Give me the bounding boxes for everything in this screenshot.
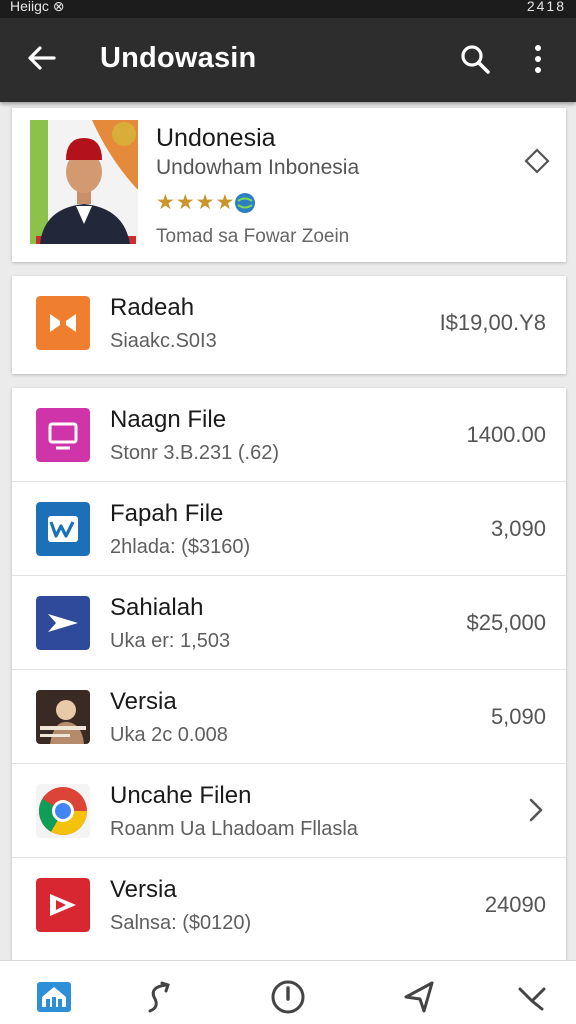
chrome-icon bbox=[36, 784, 90, 838]
item-subtext: Siaakc.S0I3 bbox=[110, 330, 217, 352]
item-label: Sahialah bbox=[110, 594, 204, 621]
list-item[interactable]: Naagn File Stonr 3.B.231 (.62) 1400.00 bbox=[12, 388, 566, 482]
search-icon[interactable] bbox=[458, 42, 492, 76]
rating-stars: ★★★★ bbox=[156, 191, 236, 214]
profile-subtitle: Undowham Inbonesia bbox=[156, 156, 360, 179]
close-icon[interactable] bbox=[512, 977, 552, 1017]
app-bar: Undowasin bbox=[0, 18, 576, 102]
more-options-icon[interactable] bbox=[526, 42, 550, 76]
item-label: Versia bbox=[110, 876, 177, 903]
item-subtext: Uka 2c 0.008 bbox=[110, 724, 228, 746]
item-value: 5,090 bbox=[490, 704, 546, 729]
photo-thumbnail-icon bbox=[36, 690, 90, 744]
home-icon[interactable] bbox=[34, 977, 74, 1017]
item-value: 3,090 bbox=[490, 516, 546, 541]
profile-card[interactable]: Undonesia Undowham Inbonesia ★★★★ Tomad … bbox=[12, 108, 566, 262]
w-logo-icon bbox=[36, 502, 90, 556]
carrier-text: Heiigc ⊗ bbox=[10, 0, 65, 14]
item-value: $25,000 bbox=[466, 610, 546, 635]
chevron-right-icon[interactable] bbox=[526, 796, 546, 824]
bottom-navigation bbox=[0, 960, 576, 1024]
profile-name: Undonesia bbox=[156, 124, 276, 152]
play-box-icon bbox=[36, 878, 90, 932]
item-subtext: Uka er: 1,503 bbox=[110, 630, 231, 652]
share-icon[interactable] bbox=[140, 977, 180, 1017]
item-subtext: 2hlada: ($3160) bbox=[110, 536, 251, 558]
send-icon[interactable] bbox=[400, 977, 440, 1017]
page-title: Undowasin bbox=[100, 42, 257, 74]
screen-icon bbox=[36, 408, 90, 462]
back-arrow-icon[interactable] bbox=[26, 42, 58, 74]
file-list-card: Naagn File Stonr 3.B.231 (.62) 1400.00 F… bbox=[12, 388, 566, 960]
item-label: Uncahe Filen bbox=[110, 782, 252, 809]
list-item[interactable]: Versia Uka 2c 0.008 5,090 bbox=[12, 670, 566, 764]
list-item[interactable]: Uncahe Filen Roanm Ua Lhadoam Fllasla bbox=[12, 764, 566, 858]
item-subtext: Salnsa: ($0120) bbox=[110, 912, 252, 934]
item-label: Fapah File bbox=[110, 500, 224, 527]
item-value: 24090 bbox=[484, 892, 546, 917]
item-label: Versia bbox=[110, 688, 177, 715]
item-value: I$19,00.Y8 bbox=[439, 310, 546, 335]
status-time: 2418 bbox=[526, 0, 566, 14]
globe-badge-icon bbox=[234, 192, 256, 214]
featured-item-card[interactable]: Radeah Siaakc.S0I3 I$19,00.Y8 bbox=[12, 276, 566, 374]
status-bar: Heiigc ⊗ 2418 bbox=[0, 0, 576, 18]
item-subtext: Stonr 3.B.231 (.62) bbox=[110, 442, 279, 464]
item-subtext: Roanm Ua Lhadoam Fllasla bbox=[110, 818, 358, 840]
plane-icon bbox=[36, 596, 90, 650]
list-item[interactable]: Radeah Siaakc.S0I3 I$19,00.Y8 bbox=[12, 276, 566, 370]
item-value: 1400.00 bbox=[466, 422, 546, 447]
profile-meta: Tomad sa Fowar Zoein bbox=[156, 226, 350, 247]
diamond-icon[interactable] bbox=[524, 148, 550, 174]
item-label: Radeah bbox=[110, 294, 195, 321]
list-item[interactable]: Versia Salnsa: ($0120) 24090 bbox=[12, 858, 566, 952]
profile-photo bbox=[30, 120, 138, 244]
item-label: Naagn File bbox=[110, 406, 227, 433]
share-box-icon bbox=[36, 296, 90, 350]
list-item[interactable]: Fapah File 2hlada: ($3160) 3,090 bbox=[12, 482, 566, 576]
list-item[interactable]: Sahialah Uka er: 1,503 $25,000 bbox=[12, 576, 566, 670]
info-icon[interactable] bbox=[268, 977, 308, 1017]
